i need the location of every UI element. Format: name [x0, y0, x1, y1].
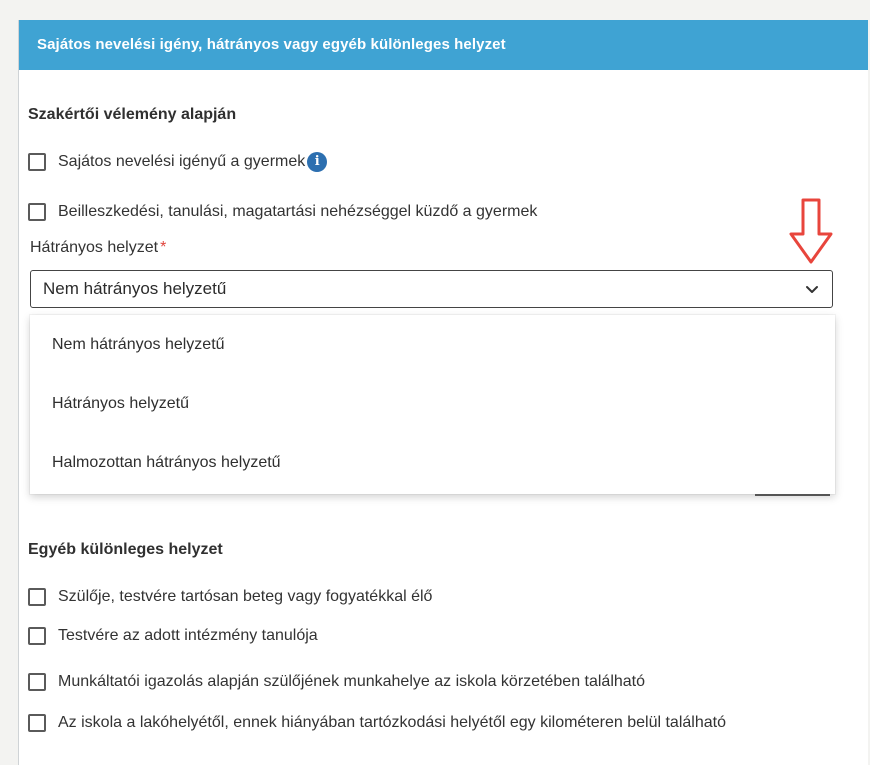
checkbox-row-sni[interactable]: Sajátos nevelési igényű a gyermek i — [28, 152, 328, 172]
expert-section-title: Szakértői vélemény alapján — [28, 106, 237, 123]
checkbox-sick-family-label: Szülője, testvére tartósan beteg vagy fo… — [58, 588, 433, 605]
checkbox-distance[interactable] — [28, 714, 46, 732]
checkbox-distance-label: Az iskola a lakóhelyétől, ennek hiányába… — [58, 714, 726, 731]
section-header: Sajátos nevelési igény, hátrányos vagy e… — [19, 20, 868, 70]
checkbox-row-distance[interactable]: Az iskola a lakóhelyétől, ennek hiányába… — [28, 714, 726, 732]
checkbox-workplace[interactable] — [28, 673, 46, 691]
checkbox-sni-label: Sajátos nevelési igényű a gyermek — [58, 153, 306, 170]
checkbox-sibling-label: Testvére az adott intézmény tanulója — [58, 627, 318, 644]
info-icon[interactable]: i — [307, 152, 328, 172]
chevron-down-icon[interactable] — [804, 281, 820, 297]
checkbox-bte[interactable] — [28, 203, 46, 221]
dropdown-option-not-disadvantaged[interactable]: Nem hátrányos helyzetű — [30, 315, 835, 374]
annotation-arrow-icon — [789, 198, 833, 264]
dropdown-option-multiply-disadvantaged[interactable]: Halmozottan hátrányos helyzetű — [30, 433, 835, 492]
disadvantage-label: Hátrányos helyzet * — [30, 239, 166, 257]
disadvantage-select[interactable]: Nem hátrányos helyzetű — [30, 270, 833, 308]
checkbox-workplace-label: Munkáltatói igazolás alapján szülőjének … — [58, 673, 646, 690]
checkbox-sick-family[interactable] — [28, 588, 46, 606]
checkbox-row-sibling[interactable]: Testvére az adott intézmény tanulója — [28, 627, 318, 645]
disadvantage-dropdown-menu: Nem hátrányos helyzetű Hátrányos helyzet… — [30, 315, 835, 494]
checkbox-row-workplace[interactable]: Munkáltatói igazolás alapján szülőjének … — [28, 673, 645, 691]
other-section-title: Egyéb különleges helyzet — [28, 541, 223, 558]
checkbox-sni[interactable] — [28, 153, 46, 171]
checkbox-sibling[interactable] — [28, 627, 46, 645]
dropdown-option-disadvantaged[interactable]: Hátrányos helyzetű — [30, 374, 835, 433]
disadvantage-label-text: Hátrányos helyzet — [30, 239, 159, 256]
required-marker: * — [160, 239, 167, 256]
checkbox-bte-label: Beilleszkedési, tanulási, magatartási ne… — [58, 203, 538, 220]
checkbox-row-bte[interactable]: Beilleszkedési, tanulási, magatartási ne… — [28, 203, 537, 221]
disadvantage-select-value: Nem hátrányos helyzetű — [43, 279, 227, 298]
checkbox-row-sick-family[interactable]: Szülője, testvére tartósan beteg vagy fo… — [28, 588, 432, 606]
field-underline — [755, 494, 830, 496]
